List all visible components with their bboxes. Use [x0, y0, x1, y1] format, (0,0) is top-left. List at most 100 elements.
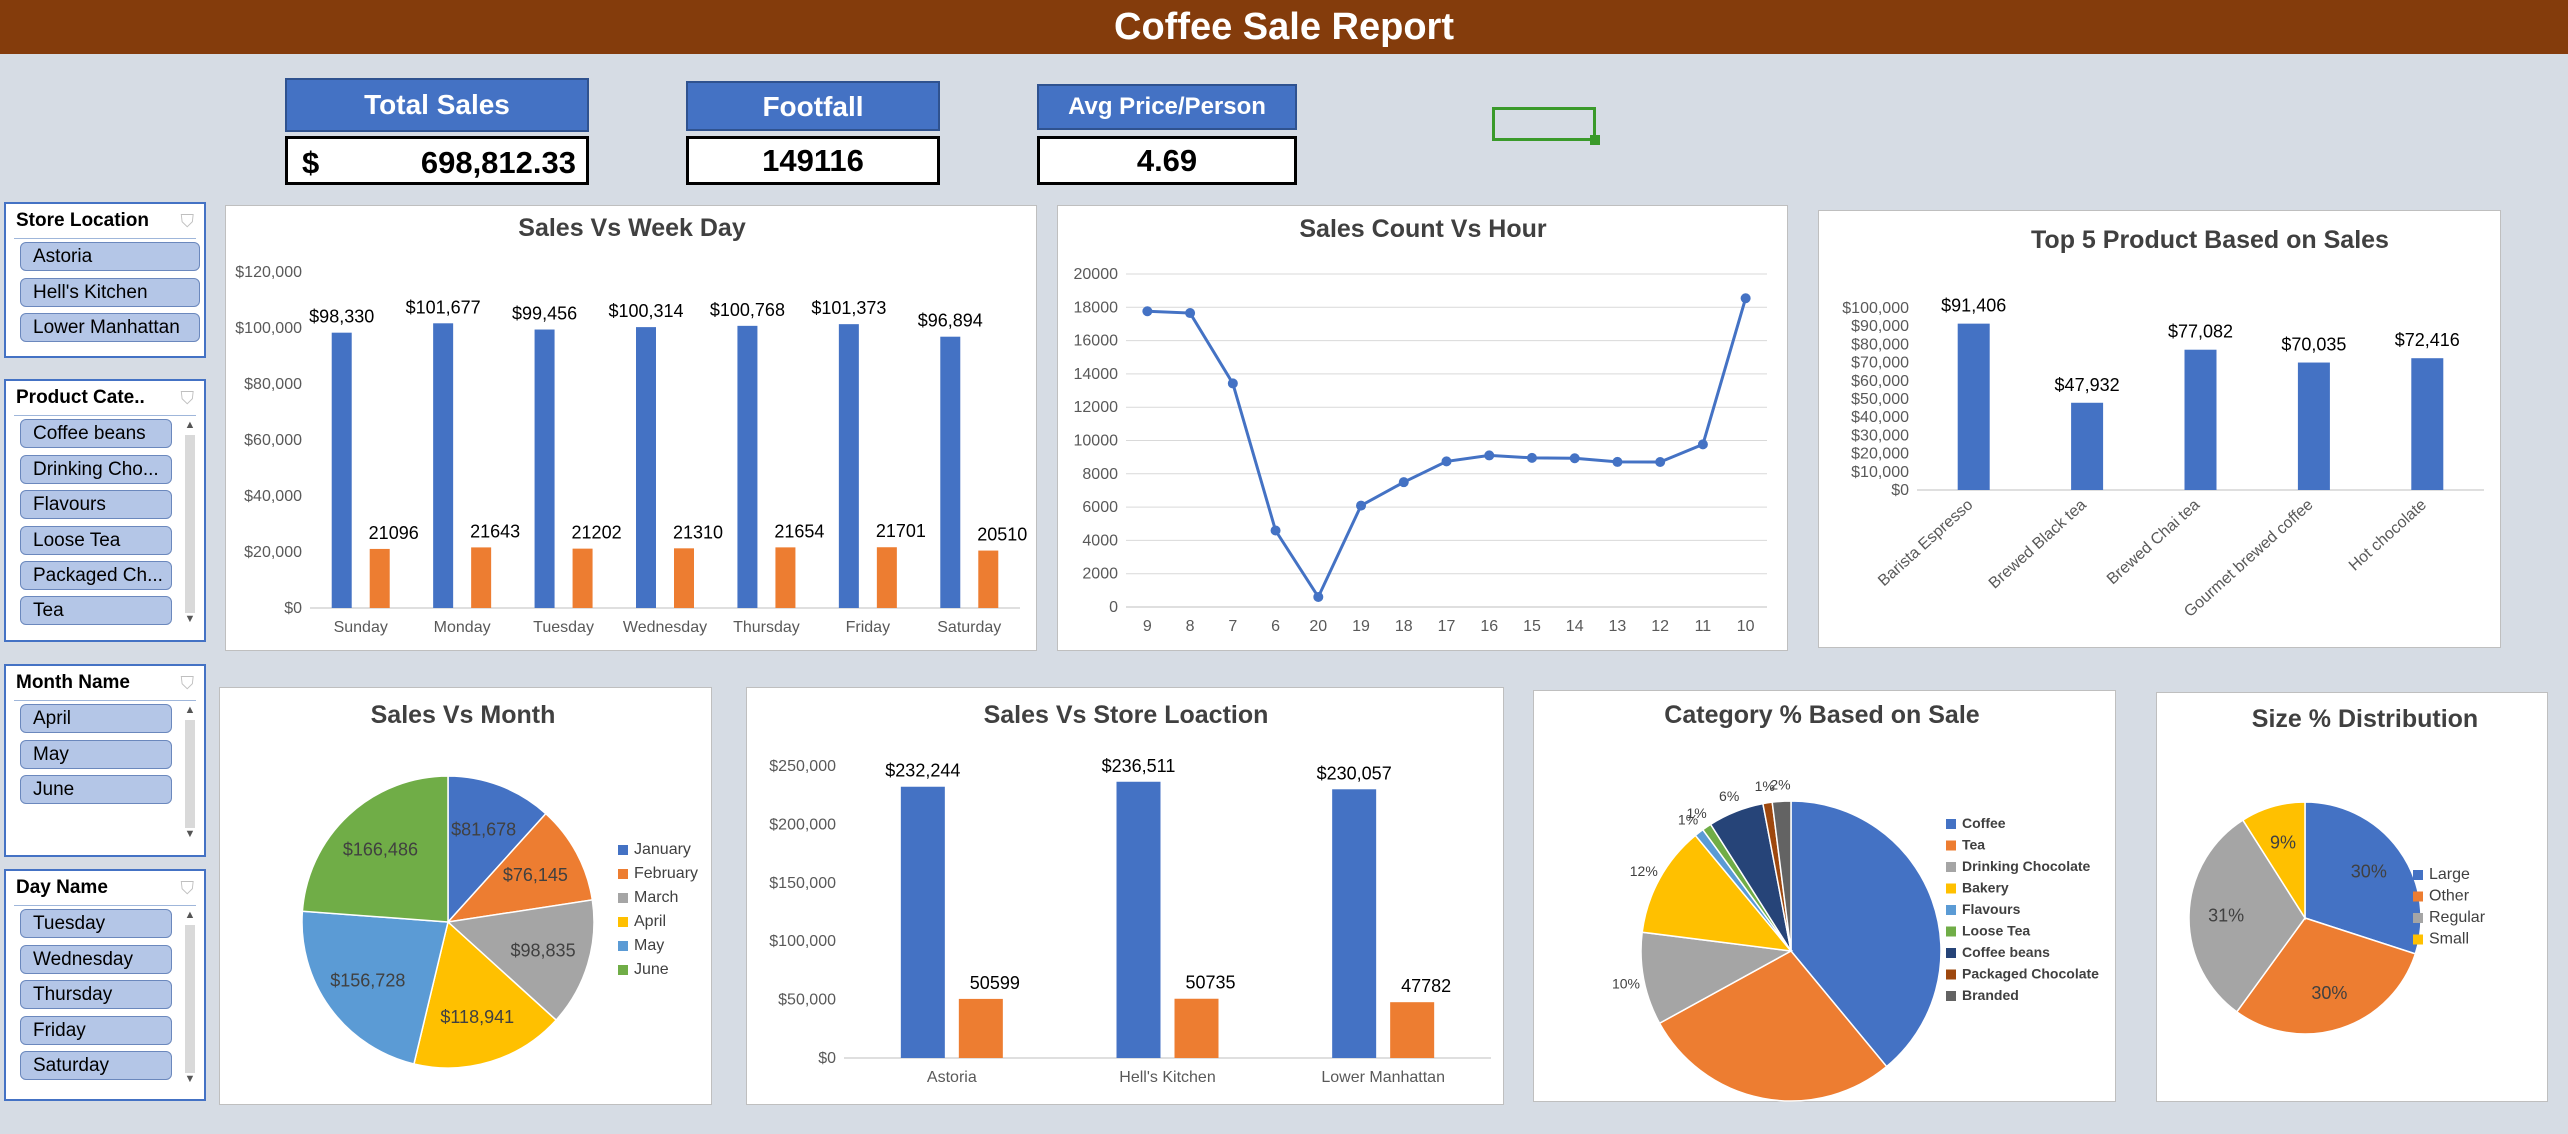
legend-swatch — [1946, 948, 1956, 958]
legend-swatch — [1946, 883, 1956, 894]
y-tick-label: $100,000 — [235, 320, 302, 337]
clear-filter-icon[interactable]: ⛉ — [181, 388, 195, 409]
slicer-day-name: Day Name ⛉ Tuesday Wednesday Thursday Fr… — [4, 869, 206, 1101]
chart-sales-vs-month[interactable]: Sales Vs Month $81,678 $76,145 $98,835 $118,… — [219, 687, 712, 1105]
slicer-item-drinking-chocolate[interactable]: Drinking Cho... — [20, 455, 172, 484]
x-tick-label: Thursday — [733, 619, 800, 636]
chart-sales-vs-store[interactable]: Sales Vs Store Loaction $0 $50,000 $100,000… — [746, 687, 1504, 1105]
data-label: $99,456 — [512, 304, 577, 324]
clear-filter-icon[interactable]: ⛉ — [181, 878, 195, 899]
x-tick-label: 6 — [1271, 618, 1280, 635]
data-label: 9% — [2270, 832, 2296, 852]
data-label: 31% — [2208, 906, 2244, 926]
slicer-item-tea[interactable]: Tea — [20, 596, 172, 625]
x-tick-label: Lower Manhattan — [1321, 1069, 1445, 1086]
slicer-item-thursday[interactable]: Thursday — [20, 980, 172, 1009]
y-tick-label: 20000 — [1074, 266, 1119, 283]
data-label: 30% — [2311, 983, 2347, 1003]
legend-label: Coffee beans — [1962, 944, 2050, 960]
legend-label: April — [634, 913, 666, 930]
scroll-up-icon[interactable]: ▲ — [182, 704, 198, 716]
slicer-scrollbar[interactable]: ▲ ▼ — [182, 909, 198, 1089]
slicer-divider — [14, 905, 196, 906]
slicer-scrollbar[interactable]: ▲ ▼ — [182, 704, 198, 844]
chart-title: Top 5 Product Based on Sales — [2031, 226, 2389, 254]
data-label: 12% — [1630, 863, 1658, 879]
y-tick-label: $60,000 — [244, 432, 302, 449]
clear-filter-icon[interactable]: ⛉ — [181, 673, 195, 694]
data-label: $98,835 — [511, 941, 576, 961]
chart-size-distribution[interactable]: Size % Distribution 30% 30% 31% 9% Large Other… — [2156, 692, 2548, 1102]
x-tick-label: 20 — [1309, 618, 1327, 635]
slicer-month-name: Month Name ⛉ April May June ▲ ▼ — [4, 664, 206, 857]
y-tick-label: $100,000 — [1842, 300, 1909, 317]
slicer-item-flavours[interactable]: Flavours — [20, 490, 172, 519]
slicer-item-june[interactable]: June — [20, 775, 172, 804]
x-tick-label: Hell's Kitchen — [1119, 1069, 1215, 1086]
slicer-item-astoria[interactable]: Astoria — [20, 242, 200, 271]
scroll-thumb[interactable] — [185, 925, 195, 1073]
selected-cell[interactable] — [1492, 107, 1600, 145]
y-tick-label: $100,000 — [769, 933, 836, 950]
scroll-up-icon[interactable]: ▲ — [182, 909, 198, 921]
fill-handle[interactable] — [1590, 135, 1600, 145]
legend-swatch — [1946, 991, 1956, 1001]
data-label: 10% — [1612, 975, 1640, 991]
legend-swatch — [1946, 840, 1956, 851]
chart-top5-products[interactable]: Top 5 Product Based on Sales $0 $10,000 $20… — [1818, 210, 2501, 648]
data-label: 21310 — [673, 522, 723, 542]
slicer-item-tuesday[interactable]: Tuesday — [20, 909, 172, 938]
x-tick-label: 11 — [1695, 618, 1712, 635]
bar-count — [958, 998, 1003, 1058]
slicer-item-april[interactable]: April — [20, 704, 172, 733]
scroll-down-icon[interactable]: ▼ — [182, 828, 198, 840]
chart-sales-vs-weekday[interactable]: Sales Vs Week Day $0 $20,000 $40,000 $60,000… — [225, 205, 1037, 651]
data-point — [1313, 591, 1324, 602]
y-tick-label: 6000 — [1082, 499, 1118, 516]
scroll-thumb[interactable] — [185, 435, 195, 613]
data-label: $236,511 — [1102, 756, 1176, 776]
slicer-item-saturday[interactable]: Saturday — [20, 1051, 172, 1080]
legend-swatch — [618, 893, 628, 903]
data-point — [1740, 293, 1751, 304]
slicer-store-location: Store Location ⛉ Astoria Hell's Kitchen … — [4, 202, 206, 358]
data-label: 50599 — [970, 973, 1020, 993]
legend-label: Drinking Chocolate — [1962, 858, 2091, 874]
scroll-down-icon[interactable]: ▼ — [182, 1073, 198, 1085]
legend-label: June — [634, 961, 669, 978]
data-point — [1142, 306, 1153, 317]
legend-swatch — [618, 869, 628, 879]
data-label: $166,486 — [343, 839, 418, 859]
legend-label: Small — [2429, 931, 2469, 948]
chart-category-percent[interactable]: Category % Based on Sale28%10%12%1%1%6%1… — [1533, 690, 2116, 1102]
legend-label: February — [634, 865, 698, 882]
slicer-item-wednesday[interactable]: Wednesday — [20, 945, 172, 974]
slicer-scrollbar[interactable]: ▲ ▼ — [182, 419, 198, 629]
slicer-item-hells-kitchen[interactable]: Hell's Kitchen — [20, 278, 200, 307]
data-point — [1441, 456, 1452, 467]
x-tick-label: 15 — [1523, 618, 1541, 635]
data-label: 6% — [1719, 788, 1739, 804]
data-label: $76,145 — [503, 865, 568, 885]
chart-title: Sales Vs Store Loaction — [984, 701, 1269, 729]
scroll-thumb[interactable] — [185, 720, 195, 828]
total-sales-value-box: $ 698,812.33 — [285, 136, 589, 185]
clear-filter-icon[interactable]: ⛉ — [181, 211, 195, 232]
data-label: $47,932 — [2055, 375, 2120, 395]
y-tick-label: 12000 — [1074, 399, 1119, 416]
x-tick-label: 18 — [1395, 618, 1413, 635]
scroll-up-icon[interactable]: ▲ — [182, 419, 198, 431]
total-sales-header: Total Sales — [285, 78, 589, 132]
scroll-down-icon[interactable]: ▼ — [182, 613, 198, 625]
slicer-item-loose-tea[interactable]: Loose Tea — [20, 526, 172, 555]
slicer-item-may[interactable]: May — [20, 740, 172, 769]
y-tick-label: $150,000 — [769, 875, 836, 892]
chart-sales-count-vs-hour[interactable]: Sales Count Vs Hour 0 2000 4000 6000 8000 1000… — [1057, 205, 1788, 651]
y-tick-label: $20,000 — [1851, 446, 1909, 463]
slicer-item-lower-manhattan[interactable]: Lower Manhattan — [20, 313, 200, 342]
chart-title: Size % Distribution — [2252, 705, 2478, 733]
bar-sales — [1332, 789, 1377, 1058]
slicer-item-coffee-beans[interactable]: Coffee beans — [20, 419, 172, 448]
slicer-item-friday[interactable]: Friday — [20, 1016, 172, 1045]
slicer-item-packaged-chocolate[interactable]: Packaged Ch... — [20, 561, 172, 590]
